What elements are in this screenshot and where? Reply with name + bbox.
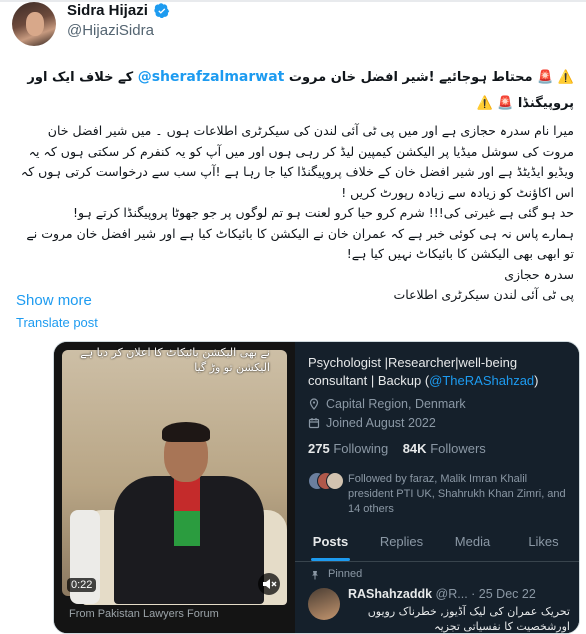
profile-tabs: Posts Replies Media Likes bbox=[295, 523, 579, 562]
followers-label: Followers bbox=[430, 441, 486, 456]
profile-bio-end: ) bbox=[534, 373, 539, 388]
profile-follow-counts: 275 Following 84K Followers bbox=[308, 441, 486, 456]
pinned-post-date: · 25 Dec 22 bbox=[471, 587, 536, 601]
following-label: Following bbox=[333, 441, 389, 456]
location-pin-icon bbox=[309, 398, 319, 410]
tweet-signature-name: سدرہ حجازی bbox=[504, 266, 574, 282]
pin-icon bbox=[312, 571, 318, 580]
pinned-label: Pinned bbox=[328, 568, 363, 580]
author-handle[interactable]: @HijaziSidra bbox=[67, 22, 154, 39]
video-player[interactable]: نے بھی الیکشن بائیکاٹ کا اعلان کر دیا ہے… bbox=[54, 342, 295, 633]
mute-button[interactable] bbox=[258, 573, 280, 595]
video-person-scarf bbox=[174, 476, 200, 546]
tweet-title: ⚠️ 🚨 محتاط ہوجائیے !شیر افضل خان مروت @s… bbox=[16, 64, 574, 117]
tweet-text: ⚠️ 🚨 محتاط ہوجائیے !شیر افضل خان مروت @s… bbox=[16, 64, 574, 306]
profile-location-text: Capital Region, Denmark bbox=[326, 397, 466, 411]
profile-location: Capital Region, Denmark bbox=[308, 397, 466, 411]
tweet-line-2: حد ہو گئی ہے غیرتی کی!!! شرم کرو حیا کرو… bbox=[73, 205, 574, 220]
tweet-title-pre: ⚠️ 🚨 محتاط ہوجائیے !شیر افضل خان مروت bbox=[288, 70, 574, 85]
speaker-muted-icon bbox=[263, 579, 277, 589]
pinned-post-header: RAShahzaddk @R... · 25 Dec 22 bbox=[348, 587, 536, 601]
mention-link[interactable]: @sherafzalmarwat bbox=[138, 69, 285, 85]
tab-posts: Posts bbox=[295, 523, 366, 561]
tweet-signature-title: پی ٹی آئی لندن سیکرٹری اطلاعات bbox=[393, 287, 574, 302]
verified-badge-icon bbox=[154, 2, 170, 18]
tweet-paragraph-1: میرا نام سدرہ حجازی ہے اور میں پی ٹی آئی… bbox=[20, 123, 574, 200]
show-more-link[interactable]: Show more bbox=[16, 292, 92, 309]
author-name-row: Sidra Hijazi bbox=[67, 2, 170, 19]
profile-bio: Psychologist |Researcher|well-being cons… bbox=[308, 354, 570, 390]
pinned-post-text: تحریک عمران کی لیک آڈیوز, خطرناک رویوں ا… bbox=[367, 605, 570, 633]
tab-likes: Likes bbox=[528, 534, 559, 549]
avatar-face bbox=[26, 12, 44, 36]
profile-joined-text: Joined August 2022 bbox=[326, 416, 436, 430]
profile-bio-link: @TheRAShahzad bbox=[429, 373, 535, 388]
video-caption-overlay: نے بھی الیکشن بائیکاٹ کا اعلان کر دیا ہے… bbox=[80, 346, 270, 374]
followed-by-avatars bbox=[308, 472, 344, 490]
tweet-line-3: ہمارے پاس نہ ہی کوئی خبر ہے کہ عمران خان… bbox=[26, 225, 574, 262]
pinned-post-handle: @R... bbox=[435, 587, 468, 601]
tab-media: Media bbox=[454, 534, 491, 549]
followers-count: 84K bbox=[402, 441, 427, 456]
translate-post-link[interactable]: Translate post bbox=[16, 315, 98, 330]
calendar-icon bbox=[308, 418, 320, 429]
pinned-post-avatar bbox=[308, 588, 340, 620]
pinned-post-name: RAShahzaddk bbox=[348, 587, 433, 601]
profile-screenshot: Psychologist |Researcher|well-being cons… bbox=[295, 342, 579, 633]
author-display-name[interactable]: Sidra Hijazi bbox=[67, 2, 148, 19]
followed-by: Followed by faraz, Malik Imran Khalil pr… bbox=[308, 472, 570, 517]
tab-replies: Replies bbox=[379, 534, 424, 549]
video-duration: 0:22 bbox=[67, 578, 97, 592]
video-frame bbox=[62, 350, 287, 605]
follower-avatar bbox=[326, 472, 344, 490]
author-avatar[interactable] bbox=[12, 2, 56, 46]
followed-by-text: Followed by faraz, Malik Imran Khalil pr… bbox=[348, 473, 566, 515]
following-count: 275 bbox=[308, 441, 330, 456]
video-source: From Pakistan Lawyers Forum bbox=[69, 608, 219, 620]
profile-joined: Joined August 2022 bbox=[308, 416, 436, 430]
video-person-hair bbox=[162, 422, 210, 442]
media-attachment[interactable]: نے بھی الیکشن بائیکاٹ کا اعلان کر دیا ہے… bbox=[53, 341, 580, 634]
